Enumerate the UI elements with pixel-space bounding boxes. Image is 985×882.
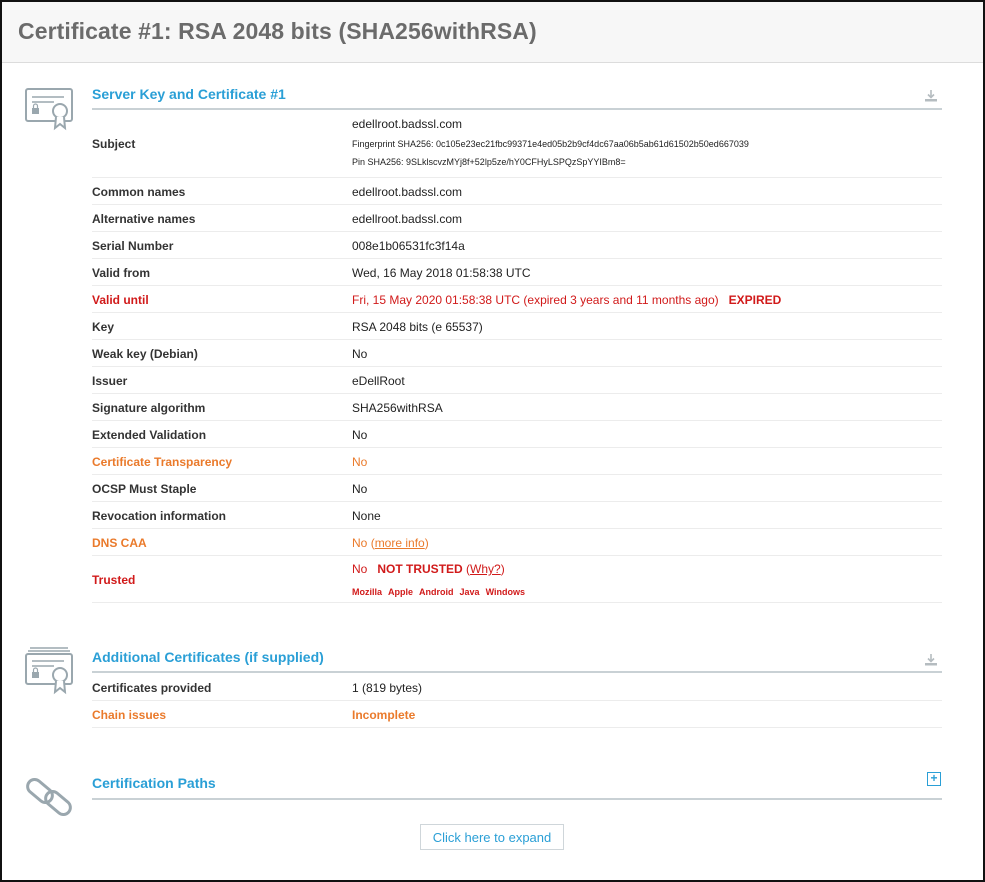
row-extended-validation: Extended Validation No [92, 421, 942, 448]
expand-button[interactable]: Click here to expand [420, 824, 564, 850]
revocation-information-value: None [352, 509, 381, 523]
row-weak-key: Weak key (Debian) No [92, 340, 942, 367]
weak-key-value: No [352, 347, 368, 361]
dns-caa-label: DNS CAA [92, 536, 147, 550]
row-chain-issues: Chain issues Incomplete [92, 701, 942, 728]
section-title-certification-paths: Certification Paths [92, 775, 216, 791]
certificates-provided-value: 1 (819 bytes) [352, 681, 423, 695]
row-revocation-information: Revocation information None [92, 502, 942, 529]
revocation-information-label: Revocation information [92, 509, 227, 523]
why-paren-close: ) [500, 562, 505, 576]
subject-label: Subject [92, 137, 136, 151]
valid-until-value: Fri, 15 May 2020 01:58:38 UTC (expired 3… [352, 293, 781, 307]
row-issuer: Issuer eDellRoot [92, 367, 942, 394]
chain-issues-label: Chain issues [92, 708, 167, 722]
serial-number-label: Serial Number [92, 239, 174, 253]
issuer-value: eDellRoot [352, 374, 405, 388]
certificates-provided-label: Certificates provided [92, 681, 212, 695]
dns-caa-value: No (more info) [352, 536, 429, 550]
pin-sha256: Pin SHA256: 9SLklscvzMYj8f+52lp5ze/hY0CF… [352, 157, 626, 167]
row-key: Key RSA 2048 bits (e 65537) [92, 313, 942, 340]
signature-algorithm-label: Signature algorithm [92, 401, 206, 415]
weak-key-label: Weak key (Debian) [92, 347, 198, 361]
page-header: Certificate #1: RSA 2048 bits (SHA256wit… [2, 2, 983, 63]
extended-validation-value: No [352, 428, 368, 442]
valid-until-label: Valid until [92, 293, 149, 307]
why-link[interactable]: Why? [470, 562, 501, 576]
more-info-link[interactable]: more info [375, 536, 425, 550]
valid-from-value: Wed, 16 May 2018 01:58:38 UTC [352, 266, 531, 280]
trusted-status: No [352, 562, 368, 576]
common-names-value: edellroot.badssl.com [352, 185, 463, 199]
row-certificates-provided: Certificates provided 1 (819 bytes) [92, 674, 942, 701]
subject-value: edellroot.badssl.com [352, 117, 463, 131]
not-trusted-badge: NOT TRUSTED [377, 562, 463, 576]
row-trusted: Trusted No NOT TRUSTED (Why?) Mozilla App… [92, 556, 942, 603]
row-alternative-names: Alternative names edellroot.badssl.com [92, 205, 942, 232]
report-panel: Certificate #1: RSA 2048 bits (SHA256wit… [0, 0, 985, 882]
section-divider [92, 108, 942, 110]
download-icon[interactable] [924, 653, 938, 671]
issuer-label: Issuer [92, 374, 128, 388]
alternative-names-value: edellroot.badssl.com [352, 212, 463, 226]
common-names-label: Common names [92, 185, 186, 199]
valid-from-label: Valid from [92, 266, 151, 280]
dns-caa-status: No [352, 536, 368, 550]
dns-caa-paren-close: ) [424, 536, 429, 550]
signature-algorithm-value: SHA256withRSA [352, 401, 443, 415]
trust-store-mozilla: Mozilla [352, 587, 383, 597]
ocsp-must-staple-label: OCSP Must Staple [92, 482, 197, 496]
certificate-icon [24, 86, 76, 137]
trust-store-android: Android [419, 587, 454, 597]
alternative-names-label: Alternative names [92, 212, 196, 226]
download-icon[interactable] [924, 89, 938, 107]
page-title: Certificate #1: RSA 2048 bits (SHA256wit… [18, 18, 537, 44]
section-title-server-key: Server Key and Certificate #1 [92, 86, 286, 102]
expired-badge: EXPIRED [728, 293, 782, 307]
trust-store-windows: Windows [485, 587, 525, 597]
key-label: Key [92, 320, 115, 334]
row-serial-number: Serial Number 008e1b06531fc3f14a [92, 232, 942, 259]
row-common-names: Common names edellroot.badssl.com [92, 178, 942, 205]
extended-validation-label: Extended Validation [92, 428, 207, 442]
section-divider [92, 671, 942, 673]
certificate-transparency-label: Certificate Transparency [92, 455, 233, 469]
certificate-transparency-value: No [352, 455, 368, 469]
row-valid-from: Valid from Wed, 16 May 2018 01:58:38 UTC [92, 259, 942, 286]
key-value: RSA 2048 bits (e 65537) [352, 320, 483, 334]
expand-plus-icon[interactable]: + [927, 772, 941, 786]
trust-store-java: Java [459, 587, 480, 597]
trusted-value: No NOT TRUSTED (Why?) [352, 562, 505, 576]
serial-number-value: 008e1b06531fc3f14a [352, 239, 465, 253]
row-dns-caa: DNS CAA No (more info) [92, 529, 942, 556]
section-title-additional-certificates: Additional Certificates (if supplied) [92, 649, 324, 665]
row-valid-until: Valid until Fri, 15 May 2020 01:58:38 UT… [92, 286, 942, 313]
chain-issues-value: Incomplete [352, 708, 416, 722]
chain-link-icon [24, 776, 76, 825]
trusted-label: Trusted [92, 573, 136, 587]
row-subject: Subject edellroot.badssl.com Fingerprint… [92, 111, 942, 178]
row-certificate-transparency: Certificate Transparency No [92, 448, 942, 475]
row-signature-algorithm: Signature algorithm SHA256withRSA [92, 394, 942, 421]
ocsp-must-staple-value: No [352, 482, 368, 496]
row-ocsp-must-staple: OCSP Must Staple No [92, 475, 942, 502]
trust-stores: Mozilla Apple Android Java Windows [352, 584, 531, 598]
section-divider [92, 798, 942, 800]
fingerprint-sha256: Fingerprint SHA256: 0c105e23ec21fbc99371… [352, 139, 749, 149]
trust-store-apple: Apple [388, 587, 414, 597]
valid-until-date: Fri, 15 May 2020 01:58:38 UTC (expired 3… [352, 293, 719, 307]
certificates-stack-icon [24, 646, 76, 701]
